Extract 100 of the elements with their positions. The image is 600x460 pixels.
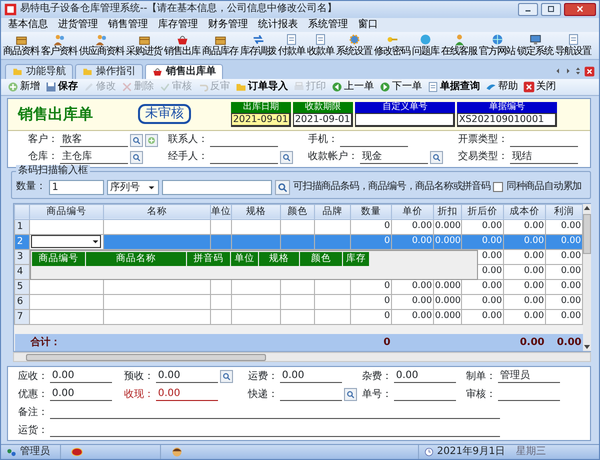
lookup-button[interactable] (130, 150, 143, 164)
input-field[interactable]: 现金 (360, 150, 428, 164)
table-row[interactable]: 5 0 0.00 0.000 0.00 0.00 0.00 (14, 279, 582, 294)
toolbar-button[interactable]: 付款单 (278, 32, 305, 58)
column-header[interactable]: 单位 (210, 204, 232, 220)
combo-box[interactable] (31, 235, 101, 248)
tab[interactable]: 销售出库单 (145, 64, 223, 79)
menu-item[interactable]: 窗口 (353, 18, 383, 31)
toolbar-button[interactable]: 帮助 (485, 80, 518, 93)
input-field[interactable]: 主仓库 (60, 150, 128, 164)
column-header[interactable]: 规格 (259, 252, 299, 266)
table-cell: 0.000 (434, 219, 462, 234)
toolbar-button[interactable]: 订单导入 (235, 80, 288, 93)
toolbar-button[interactable]: 导航设置 (555, 32, 591, 58)
input-field[interactable]: 0.00 (156, 370, 218, 384)
column-header[interactable]: 商品编号 (32, 252, 85, 266)
toolbar-button[interactable]: 问题库 (412, 32, 439, 58)
column-header[interactable]: 名称 (104, 204, 210, 220)
horizontal-scrollbar[interactable] (13, 352, 591, 362)
toolbar-button[interactable]: 客户资料 (41, 32, 77, 58)
lookup-button[interactable] (130, 134, 143, 147)
input-field[interactable]: 0.00 (394, 370, 456, 384)
column-header[interactable]: 单价 (392, 204, 434, 220)
input-field[interactable]: 0.00 (280, 370, 342, 384)
vertical-scrollbar[interactable] (583, 204, 591, 352)
table-cell: 0.00 (546, 309, 582, 324)
toolbar-button[interactable]: 采购进货 (126, 32, 162, 58)
column-header[interactable]: 规格 (232, 204, 280, 220)
menu-item[interactable]: 系统管理 (303, 18, 353, 31)
toolbar-button[interactable]: 官方网站 (479, 32, 515, 58)
input-field[interactable]: XS202109010001 (457, 112, 557, 127)
input-field[interactable]: 2021-09-01 (293, 112, 353, 127)
search-icon (282, 152, 291, 162)
menu-item[interactable]: 进货管理 (53, 18, 103, 31)
pencil-icon (83, 80, 95, 93)
toolbar-button[interactable]: 系统设置 (336, 32, 372, 58)
field-label: 客户： (28, 134, 58, 146)
close-button[interactable] (564, 2, 596, 16)
column-header[interactable]: 利润 (546, 204, 582, 220)
checkbox[interactable] (493, 182, 504, 192)
input-field[interactable]: 管理员 (498, 370, 560, 384)
column-header[interactable]: 颜色 (280, 204, 314, 220)
search-icon (132, 136, 141, 145)
table-cell: 0.000 (434, 309, 462, 324)
input-field[interactable]: 现结 (510, 150, 578, 164)
toolbar-button[interactable]: 保存 (45, 80, 78, 93)
column-header[interactable]: 折后价 (462, 204, 504, 220)
menu-item[interactable]: 销售管理 (103, 18, 153, 31)
toolbar-button[interactable]: 商品库存 (202, 32, 238, 58)
toolbar-button[interactable]: 在线客服 (441, 32, 477, 58)
lookup-button[interactable] (430, 150, 443, 164)
plus-icon (7, 80, 19, 93)
table-row[interactable]: 7 0 0.00 0.000 0.00 0.00 0.00 (14, 309, 582, 324)
column-header[interactable]: 折扣 (434, 204, 462, 220)
toolbar-button[interactable]: 修改密码 (374, 32, 410, 58)
lookup-button[interactable] (220, 370, 233, 384)
column-header[interactable]: 商品编号 (30, 204, 104, 220)
toolbar-button[interactable]: 关闭 (523, 80, 556, 93)
menu-item[interactable]: 基本信息 (3, 18, 53, 31)
input-field[interactable]: 0.00 (50, 388, 112, 402)
column-header[interactable]: 商品名称 (86, 252, 186, 266)
column-header[interactable]: 单位 (231, 252, 258, 266)
input-field[interactable] (355, 112, 455, 127)
input-field[interactable]: 散客 (60, 134, 128, 147)
lookup-button[interactable] (344, 388, 357, 402)
table-row[interactable]: 6 0 0.00 0.000 0.00 0.00 0.00 (14, 294, 582, 310)
toolbar-button[interactable]: 锁定系统 (517, 32, 553, 58)
toolbar-button[interactable]: 销售出库 (164, 32, 200, 58)
column-header[interactable]: 拼音码 (187, 252, 230, 266)
toolbar-button[interactable]: 供应商资料 (79, 32, 124, 58)
row-number: 7 (14, 309, 30, 324)
tab[interactable]: 功能导航 (5, 64, 73, 79)
menu-item[interactable]: 统计报表 (253, 18, 303, 31)
column-header[interactable]: 数量 (350, 204, 392, 220)
menu-item[interactable]: 财务管理 (203, 18, 253, 31)
column-header[interactable]: 品牌 (314, 204, 350, 220)
lookup-button[interactable] (280, 150, 293, 164)
column-header[interactable]: 库存 (343, 252, 369, 266)
barcode-field[interactable] (162, 180, 272, 195)
input-field[interactable]: 0.00 (50, 370, 112, 384)
maximize-button[interactable] (541, 2, 561, 16)
toolbar-button[interactable]: 上一单 (331, 80, 374, 93)
toolbar-button[interactable]: 收款单 (307, 32, 334, 58)
toolbar-button[interactable]: 新增 (7, 80, 40, 93)
toolbar-button[interactable]: 下一单 (379, 80, 422, 93)
field-label: 经手人： (168, 151, 208, 164)
menu-item[interactable]: 库存管理 (153, 18, 203, 31)
toolbar-button[interactable]: 商品资料 (3, 32, 39, 58)
quantity-field[interactable]: 1 (49, 180, 104, 195)
toolbar-button[interactable]: 库存调拨 (240, 32, 276, 58)
scan-button[interactable] (275, 180, 290, 195)
column-header[interactable]: 成本价 (504, 204, 546, 220)
input-field[interactable]: 0.00 (156, 388, 218, 402)
table-row[interactable]: 1 0 0.00 0.000 0.00 0.00 0.00 (14, 219, 582, 234)
input-field[interactable]: 2021-09-01 (231, 112, 291, 127)
column-header[interactable]: 颜色 (300, 252, 342, 266)
tab[interactable]: 操作指引 (75, 64, 143, 79)
search-icon (222, 372, 231, 382)
toolbar-button[interactable]: 单据查询 (427, 80, 480, 93)
mode-select[interactable]: 序列号 (107, 180, 159, 195)
